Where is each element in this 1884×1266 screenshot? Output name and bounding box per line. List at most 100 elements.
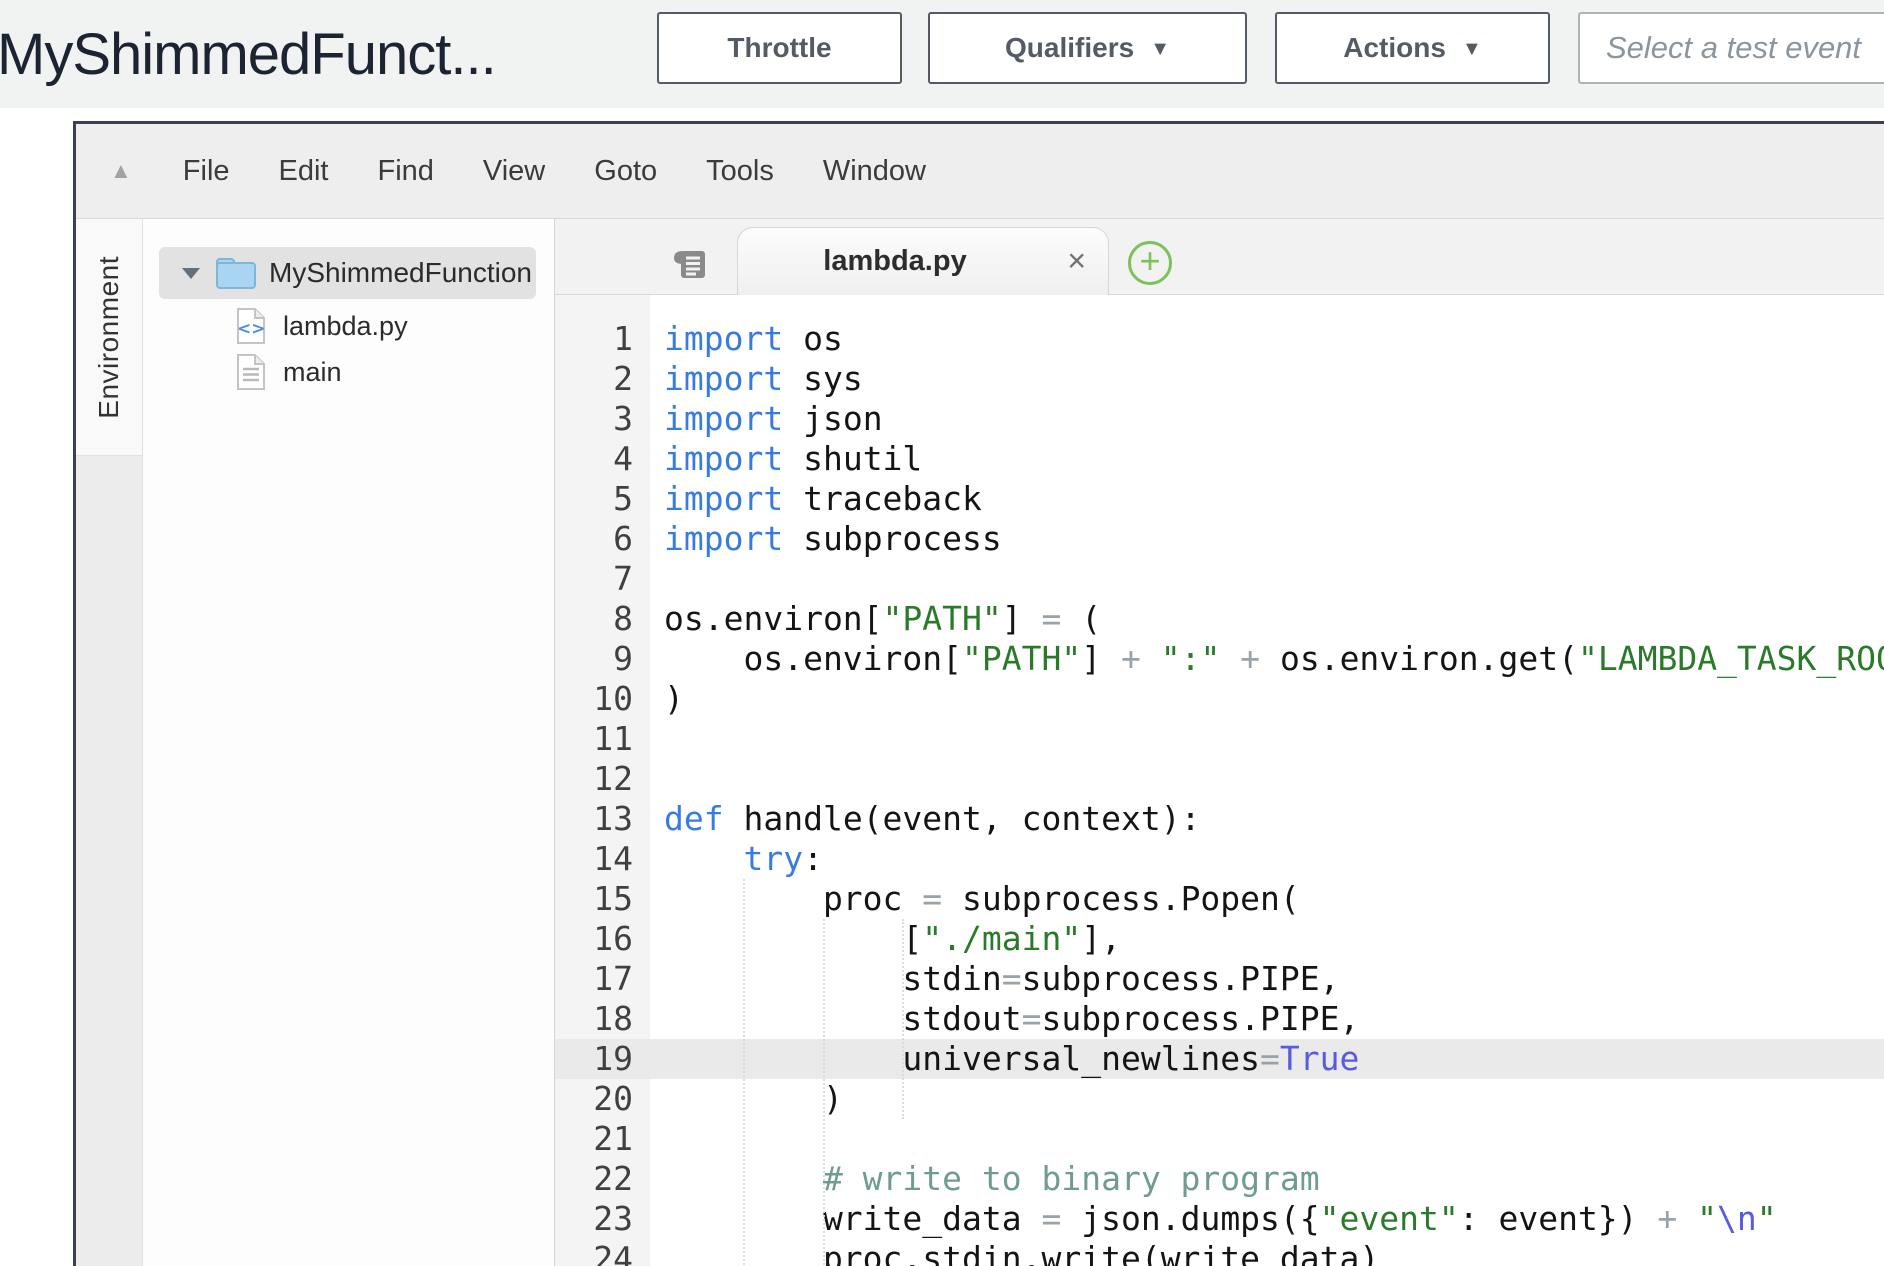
line-number: 18: [555, 999, 650, 1039]
menu-item-edit[interactable]: Edit: [279, 155, 329, 188]
code-line-15[interactable]: 15 proc = subprocess.Popen(: [555, 879, 1884, 919]
code-line-4[interactable]: 4import shutil: [555, 439, 1884, 479]
code-editor[interactable]: 1import os2import sys3import json4import…: [555, 295, 1884, 1266]
folder-name: MyShimmedFunction: [269, 257, 532, 289]
cloud9-editor-window: ▲ File Edit Find View Goto Tools Window …: [73, 121, 1884, 1266]
line-content: import shutil: [650, 439, 1884, 479]
caret-down-icon: ▼: [1150, 39, 1170, 59]
editor-menubar: ▲ File Edit Find View Goto Tools Window: [76, 124, 1884, 219]
line-content: proc.stdin.write(write_data): [650, 1239, 1884, 1266]
menu-item-file[interactable]: File: [183, 155, 230, 188]
line-content: import traceback: [650, 479, 1884, 519]
caret-down-icon: ▼: [1462, 39, 1482, 59]
folder-icon: [215, 256, 257, 290]
environment-tab-label: Environment: [93, 256, 125, 419]
collapse-panel-icon[interactable]: ▲: [110, 158, 132, 184]
code-line-16[interactable]: 16 ["./main"],: [555, 919, 1884, 959]
ide-content: Environment MyShimmedFunction <> lambda.p…: [76, 219, 1884, 1266]
line-content: import sys: [650, 359, 1884, 399]
throttle-button-label: Throttle: [727, 32, 831, 64]
line-content: import os: [650, 319, 1884, 359]
tree-file-lambda.py[interactable]: <> lambda.py: [143, 303, 554, 349]
line-number: 1: [555, 319, 650, 359]
tree-folder-row[interactable]: MyShimmedFunction: [159, 247, 536, 299]
code-line-3[interactable]: 3import json: [555, 399, 1884, 439]
menu-item-window[interactable]: Window: [823, 155, 926, 188]
code-line-6[interactable]: 6import subprocess: [555, 519, 1884, 559]
line-number: 5: [555, 479, 650, 519]
line-number: 8: [555, 599, 650, 639]
line-content: os.environ["PATH"] = (: [650, 599, 1884, 639]
menu-item-find[interactable]: Find: [378, 155, 434, 188]
menu-item-view[interactable]: View: [483, 155, 545, 188]
line-number: 11: [555, 719, 650, 759]
menu-item-tools[interactable]: Tools: [706, 155, 774, 188]
actions-dropdown-button[interactable]: Actions ▼: [1275, 12, 1550, 84]
code-line-21[interactable]: 21: [555, 1119, 1884, 1159]
line-content: def handle(event, context):: [650, 799, 1884, 839]
code-line-19[interactable]: 19 universal_newlines=True: [555, 1039, 1884, 1079]
function-title: MyShimmedFunct...: [0, 0, 496, 108]
environment-tab[interactable]: Environment: [76, 219, 142, 456]
new-tab-button[interactable]: +: [1128, 241, 1172, 285]
tree-file-main[interactable]: main: [143, 349, 554, 395]
code-line-14[interactable]: 14 try:: [555, 839, 1884, 879]
code-rows: 1import os2import sys3import json4import…: [555, 319, 1884, 1266]
code-line-23[interactable]: 23 write_data = json.dumps({"event": eve…: [555, 1199, 1884, 1239]
code-line-9[interactable]: 9 os.environ["PATH"] + ":" + os.environ.…: [555, 639, 1884, 679]
menu-item-goto[interactable]: Goto: [594, 155, 657, 188]
editor-pane: lambda.py × + 1import os2import sys3impo…: [555, 219, 1884, 1266]
line-number: 10: [555, 679, 650, 719]
test-event-placeholder: Select a test event: [1606, 30, 1861, 66]
line-number: 15: [555, 879, 650, 919]
line-number: 4: [555, 439, 650, 479]
code-line-22[interactable]: 22 # write to binary program: [555, 1159, 1884, 1199]
file-name: main: [283, 357, 342, 388]
indent-guide: [902, 919, 904, 1119]
line-content: import subprocess: [650, 519, 1884, 559]
code-line-20[interactable]: 20 ): [555, 1079, 1884, 1119]
code-line-24[interactable]: 24 proc.stdin.write(write_data): [555, 1239, 1884, 1266]
line-content: stdin=subprocess.PIPE,: [650, 959, 1884, 999]
plus-icon: +: [1139, 243, 1160, 279]
code-line-2[interactable]: 2import sys: [555, 359, 1884, 399]
line-number: 22: [555, 1159, 650, 1199]
code-line-10[interactable]: 10): [555, 679, 1884, 719]
line-content: universal_newlines=True: [650, 1039, 1884, 1079]
tab-label: lambda.py: [823, 245, 966, 278]
tab-list-icon[interactable]: [671, 247, 709, 286]
code-line-1[interactable]: 1import os: [555, 319, 1884, 359]
code-file-icon: <>: [235, 307, 267, 345]
code-line-11[interactable]: 11: [555, 719, 1884, 759]
code-line-12[interactable]: 12: [555, 759, 1884, 799]
file-name: lambda.py: [283, 311, 408, 342]
line-number: 7: [555, 559, 650, 599]
line-number: 3: [555, 399, 650, 439]
line-content: ): [650, 1079, 1884, 1119]
test-event-select[interactable]: Select a test event: [1578, 12, 1884, 84]
line-number: 20: [555, 1079, 650, 1119]
qualifiers-dropdown-button[interactable]: Qualifiers ▼: [928, 12, 1247, 84]
line-number: 6: [555, 519, 650, 559]
close-tab-icon[interactable]: ×: [1067, 244, 1086, 276]
code-line-18[interactable]: 18 stdout=subprocess.PIPE,: [555, 999, 1884, 1039]
throttle-button[interactable]: Throttle: [657, 12, 902, 84]
code-line-8[interactable]: 8os.environ["PATH"] = (: [555, 599, 1884, 639]
indent-guide: [743, 879, 745, 1265]
line-number: 16: [555, 919, 650, 959]
line-content: ): [650, 679, 1884, 719]
code-line-13[interactable]: 13def handle(event, context):: [555, 799, 1884, 839]
line-number: 21: [555, 1119, 650, 1159]
qualifiers-button-label: Qualifiers: [1005, 32, 1134, 64]
actions-button-label: Actions: [1343, 32, 1446, 64]
line-content: os.environ["PATH"] + ":" + os.environ.ge…: [650, 639, 1884, 679]
line-content: [650, 559, 1884, 599]
line-content: [650, 719, 1884, 759]
folder-expand-caret-icon[interactable]: [181, 266, 201, 280]
tab-lambda-py[interactable]: lambda.py ×: [737, 227, 1109, 295]
code-line-17[interactable]: 17 stdin=subprocess.PIPE,: [555, 959, 1884, 999]
code-line-7[interactable]: 7: [555, 559, 1884, 599]
code-line-5[interactable]: 5import traceback: [555, 479, 1884, 519]
line-number: 24: [555, 1239, 650, 1266]
line-content: import json: [650, 399, 1884, 439]
